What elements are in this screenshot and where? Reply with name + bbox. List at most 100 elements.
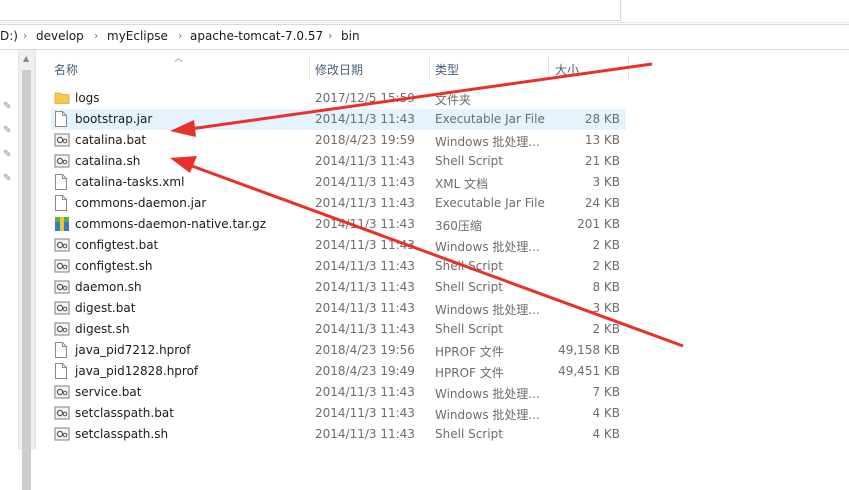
file-row[interactable]: setclasspath.bat 2014/11/3 11:43 Windows 批… xyxy=(51,403,626,424)
file-row[interactable]: commons-daemon-native.tar.gz 2014/11/3 11… xyxy=(51,214,626,235)
file-type: HPROF 文件 xyxy=(435,345,504,359)
file-date: 2018/4/23 19:49 xyxy=(315,364,415,378)
file-row[interactable]: logs 2017/12/5 15:59 文件夹 xyxy=(51,88,626,109)
column-divider[interactable] xyxy=(309,56,310,80)
file-size: 7 KB xyxy=(592,385,620,399)
file-name: digest.bat xyxy=(75,301,136,315)
file-name: service.bat xyxy=(75,385,142,399)
file-date: 2014/11/3 11:43 xyxy=(315,280,415,294)
file-date: 2014/11/3 11:43 xyxy=(315,301,415,315)
file-date: 2018/4/23 19:59 xyxy=(315,133,415,147)
column-divider[interactable] xyxy=(628,56,629,80)
file-date: 2014/11/3 11:43 xyxy=(315,427,415,441)
script-gear-icon xyxy=(54,132,70,148)
file-size: 4 KB xyxy=(592,427,620,441)
chevron-right-icon: › xyxy=(94,29,99,42)
file-row[interactable]: catalina.sh 2014/11/3 11:43 Shell Script 21… xyxy=(51,151,626,172)
file-icon xyxy=(54,342,68,358)
file-type: Windows 批处理... xyxy=(435,135,540,149)
file-size: 3 KB xyxy=(592,301,620,315)
file-date: 2018/4/23 19:56 xyxy=(315,343,415,357)
file-type: Windows 批处理... xyxy=(435,387,540,401)
file-row[interactable]: configtest.sh 2014/11/3 11:43 Shell Script… xyxy=(51,256,626,277)
file-type: 360压缩 xyxy=(435,219,482,233)
file-name: configtest.bat xyxy=(75,238,159,252)
script-gear-icon xyxy=(54,237,70,253)
file-date: 2014/11/3 11:43 xyxy=(315,406,415,420)
breadcrumb-drive[interactable]: D:) xyxy=(0,29,18,43)
breadcrumb-myeclipse[interactable]: myEclipse xyxy=(107,29,168,43)
file-size: 4 KB xyxy=(592,406,620,420)
pin-icon: ✎ xyxy=(3,149,12,160)
file-row[interactable]: digest.sh 2014/11/3 11:43 Shell Script 2 KB xyxy=(51,319,626,340)
file-type: XML 文档 xyxy=(435,177,489,191)
file-icon xyxy=(54,363,68,379)
file-name: logs xyxy=(75,91,100,105)
file-row[interactable]: java_pid7212.hprof 2018/4/23 19:56 HPROF 文… xyxy=(51,340,626,361)
file-row[interactable]: bootstrap.jar 2014/11/3 11:43 Executable J… xyxy=(51,109,626,130)
column-header-date[interactable]: 修改日期 xyxy=(315,61,363,85)
file-date: 2014/11/3 11:43 xyxy=(315,112,415,126)
file-date: 2014/11/3 11:43 xyxy=(315,322,415,336)
script-gear-icon xyxy=(54,321,70,337)
file-row[interactable]: digest.bat 2014/11/3 11:43 Windows 批处理... 3… xyxy=(51,298,626,319)
scroll-up-icon[interactable]: ▲ xyxy=(23,54,29,63)
column-header-size[interactable]: 大小 xyxy=(555,61,579,85)
file-size: 8 KB xyxy=(592,280,620,294)
search-area[interactable] xyxy=(0,0,621,21)
file-date: 2014/11/3 11:43 xyxy=(315,154,415,168)
file-size: 49,158 KB xyxy=(558,343,620,357)
file-name: bootstrap.jar xyxy=(75,112,153,126)
folder-icon xyxy=(54,90,70,106)
column-header-name[interactable]: 名称 xyxy=(54,61,78,85)
file-name: commons-daemon-native.tar.gz xyxy=(75,217,267,231)
file-date: 2014/11/3 11:43 xyxy=(315,175,415,189)
file-row[interactable]: catalina-tasks.xml 2014/11/3 11:43 XML 文档 3… xyxy=(51,172,626,193)
file-type: Windows 批处理... xyxy=(435,240,540,254)
archive-icon xyxy=(54,216,69,232)
column-header-type[interactable]: 类型 xyxy=(435,61,459,85)
file-row[interactable]: configtest.bat 2014/11/3 11:43 Windows 批处理… xyxy=(51,235,626,256)
file-type: Shell Script xyxy=(435,427,503,441)
address-bar[interactable]: D:) › develop › myEclipse › apache-tomca… xyxy=(0,24,849,50)
file-name: daemon.sh xyxy=(75,280,142,294)
file-type: Executable Jar File xyxy=(435,196,545,210)
sort-ascending-icon: ︿ xyxy=(174,54,184,64)
window-top-strip xyxy=(0,0,849,23)
script-gear-icon xyxy=(54,384,70,400)
file-date: 2014/11/3 11:43 xyxy=(315,385,415,399)
file-row[interactable]: setclasspath.sh 2014/11/3 11:43 Shell Scri… xyxy=(51,424,626,445)
file-size: 2 KB xyxy=(592,322,620,336)
file-row[interactable]: catalina.bat 2018/4/23 19:59 Windows 批处理..… xyxy=(51,130,626,151)
column-divider[interactable] xyxy=(548,56,549,80)
scrollbar-thumb[interactable] xyxy=(22,70,31,490)
breadcrumb-develop[interactable]: develop xyxy=(36,29,84,43)
file-size: 2 KB xyxy=(592,259,620,273)
file-row[interactable]: java_pid12828.hprof 2018/4/23 19:49 HPROF … xyxy=(51,361,626,382)
file-date: 2014/11/3 11:43 xyxy=(315,217,415,231)
pin-icon: ✎ xyxy=(3,101,12,112)
breadcrumb-bin[interactable]: bin xyxy=(341,29,360,43)
file-name: setclasspath.bat xyxy=(75,406,174,420)
file-name: digest.sh xyxy=(75,322,130,336)
pin-icon: ✎ xyxy=(3,173,12,184)
file-type: Shell Script xyxy=(435,154,503,168)
file-name: setclasspath.sh xyxy=(75,427,169,441)
vertical-scrollbar[interactable]: ▲ xyxy=(18,50,36,490)
file-date: 2014/11/3 11:43 xyxy=(315,238,415,252)
column-divider[interactable] xyxy=(429,56,430,80)
file-size: 24 KB xyxy=(584,196,620,210)
file-row[interactable]: commons-daemon.jar 2014/11/3 11:43 Executa… xyxy=(51,193,626,214)
chevron-right-icon: › xyxy=(328,29,333,42)
file-size: 3 KB xyxy=(592,175,620,189)
script-gear-icon xyxy=(54,405,70,421)
file-row[interactable]: service.bat 2014/11/3 11:43 Windows 批处理...… xyxy=(51,382,626,403)
file-size: 49,451 KB xyxy=(558,364,620,378)
file-row[interactable]: daemon.sh 2014/11/3 11:43 Shell Script 8 KB xyxy=(51,277,626,298)
breadcrumb-tomcat[interactable]: apache-tomcat-7.0.57 xyxy=(190,29,323,43)
file-size: 201 KB xyxy=(577,217,620,231)
script-gear-icon xyxy=(54,300,70,316)
file-name: java_pid12828.hprof xyxy=(75,364,199,378)
file-type: 文件夹 xyxy=(435,93,472,107)
file-size: 13 KB xyxy=(584,133,620,147)
